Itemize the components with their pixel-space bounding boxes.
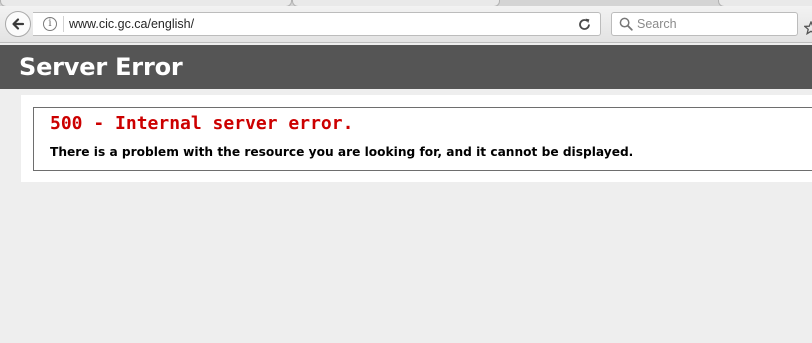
header-bar: Server Error xyxy=(0,45,812,89)
search-input[interactable] xyxy=(637,15,787,33)
address-bar[interactable]: i www.cic.gc.ca/english/ xyxy=(33,12,601,36)
url-divider xyxy=(63,16,64,32)
back-arrow-icon xyxy=(12,18,25,30)
info-icon[interactable]: i xyxy=(43,17,57,31)
browser-window: i www.cic.gc.ca/english/ Server Error xyxy=(0,0,812,343)
url-text[interactable]: www.cic.gc.ca/english/ xyxy=(69,17,194,31)
reload-icon[interactable] xyxy=(577,17,592,32)
bookmark-star-icon[interactable] xyxy=(804,21,812,35)
error-heading: 500 - Internal server error. xyxy=(50,113,354,134)
search-icon xyxy=(619,17,633,31)
page-content: Server Error 500 - Internal server error… xyxy=(0,43,812,343)
page-title: Server Error xyxy=(19,53,183,81)
navigation-toolbar: i www.cic.gc.ca/english/ xyxy=(0,6,812,43)
error-message: There is a problem with the resource you… xyxy=(50,145,634,159)
search-bar[interactable] xyxy=(611,12,798,36)
back-button[interactable] xyxy=(5,11,31,37)
content-panel: 500 - Internal server error. There is a … xyxy=(21,95,812,182)
error-box: 500 - Internal server error. There is a … xyxy=(33,107,812,171)
